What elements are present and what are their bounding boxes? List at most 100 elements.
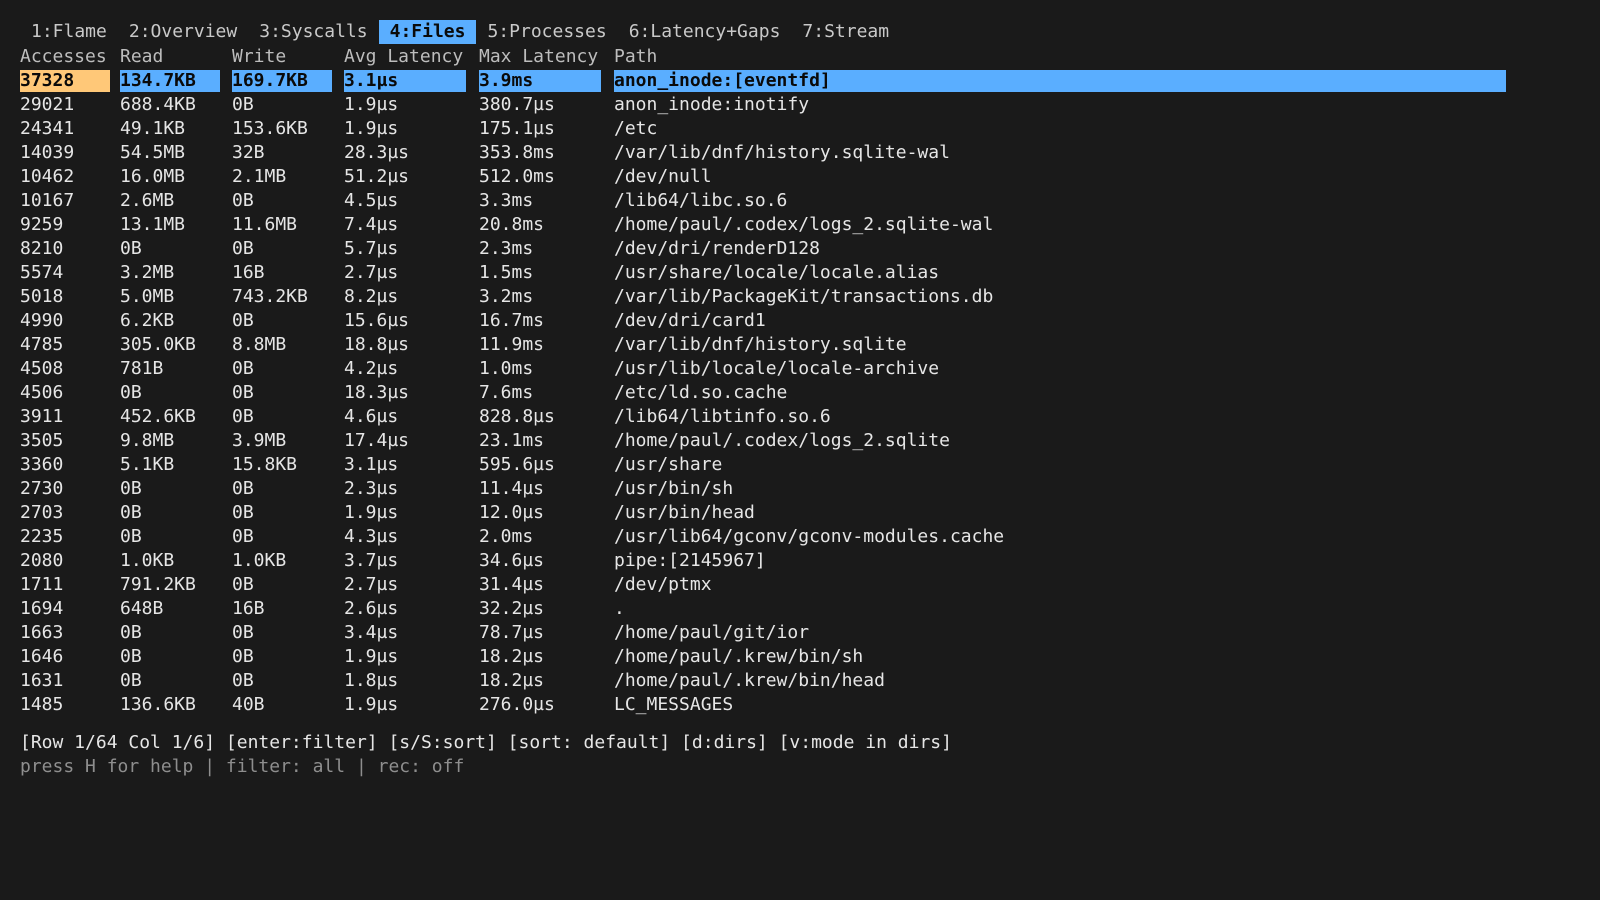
cell-accesses: 24341	[20, 118, 75, 139]
cell-read: 1.0KB	[120, 550, 175, 571]
cell-accesses: 4506	[20, 382, 64, 403]
cell-accesses: 3911	[20, 406, 64, 427]
cell-write: 0B	[232, 646, 254, 667]
cell-accesses: 3360	[20, 454, 64, 475]
table-row[interactable]: 9259 13.1MB 11.6MB 7.4µs 20.8ms/home/paul/.c…	[20, 213, 1520, 237]
cell-read: 13.1MB	[120, 214, 186, 235]
tab-files[interactable]: 4:Files	[378, 20, 477, 44]
cell-accesses: 1485	[20, 694, 64, 715]
column-header-path[interactable]: Path	[614, 45, 1506, 69]
cell-accesses: 2703	[20, 502, 64, 523]
table-row[interactable]: 24341 49.1KB 153.6KB 1.9µs 175.1µs/etc	[20, 117, 1520, 141]
cell-path: /dev/dri/card1	[614, 310, 766, 331]
cell-accesses: 2730	[20, 478, 64, 499]
cell-avg-latency: 2.6µs	[344, 598, 399, 619]
cell-write: 11.6MB	[232, 214, 298, 235]
cell-write: 743.2KB	[232, 286, 308, 307]
cell-avg-latency: 1.9µs	[344, 502, 399, 523]
cell-accesses: 8210	[20, 238, 64, 259]
cell-avg-latency: 7.4µs	[344, 214, 399, 235]
cell-max-latency: 3.2ms	[479, 286, 534, 307]
table-row[interactable]: 1485 136.6KB 40B 1.9µs 276.0µs LC_MESSAGES	[20, 693, 1520, 717]
cell-read: 5.0MB	[120, 286, 175, 307]
tab-processes[interactable]: 5:Processes	[476, 20, 617, 44]
table-row[interactable]: 3911 452.6KB 0B 4.6µs 828.8µs/lib64/libtinfo…	[20, 405, 1520, 429]
cell-path: /home/paul/.krew/bin/sh	[614, 646, 864, 667]
table-row[interactable]: 2235 0B 0B 4.3µs 2.0ms/usr/lib64/gconv/gconv…	[20, 525, 1520, 549]
table-row[interactable]: 1694 648B 16B 2.6µs 32.2µs.	[20, 597, 1520, 621]
column-header-accesses[interactable]: Accesses	[20, 45, 110, 69]
cell-write: 32B	[232, 142, 265, 163]
cell-read: 0B	[120, 382, 142, 403]
column-header-read[interactable]: Read	[120, 45, 220, 69]
tab-bar: 1:Flame 2:Overview 3:Syscalls 4:Files 5:Proc…	[20, 20, 900, 44]
table-row[interactable]: 3505 9.8MB 3.9MB 17.4µs 23.1ms/home/paul/.co…	[20, 429, 1520, 453]
tab-latency-gaps[interactable]: 6:Latency+Gaps	[618, 20, 792, 44]
table-row[interactable]: 1646 0B 0B 1.9µs 18.2µs/home/paul/.krew/bin/…	[20, 645, 1520, 669]
column-header-avg-latency[interactable]: Avg Latency	[344, 45, 466, 69]
table-row[interactable]: 10462 16.0MB 2.1MB 51.2µs 512.0ms/dev/null	[20, 165, 1520, 189]
table-row[interactable]: 10167 2.6MB 0B 4.5µs 3.3ms/lib64/libc.so.6	[20, 189, 1520, 213]
cell-max-latency: 828.8µs	[479, 406, 555, 427]
table-row[interactable]: 2080 1.0KB 1.0KB 3.7µs 34.6µs pipe:[2145967]	[20, 549, 1520, 573]
table-row[interactable]: 4785 305.0KB 8.8MB 18.8µs 11.9ms/var/lib/dnf…	[20, 333, 1520, 357]
cell-write: 153.6KB	[232, 118, 308, 139]
table-row[interactable]: 8210 0B 0B 5.7µs 2.3ms/dev/dri/renderD128	[20, 237, 1520, 261]
cell-max-latency: 3.9ms	[479, 70, 601, 92]
tab-overview[interactable]: 2:Overview	[118, 20, 248, 44]
cell-path: /lib64/libc.so.6	[614, 190, 788, 211]
cell-path: /home/paul/git/ior	[614, 622, 810, 643]
tab-stream[interactable]: 7:Stream	[791, 20, 900, 44]
cell-read: 0B	[120, 526, 142, 547]
table-row[interactable]: 4506 0B 0B 18.3µs 7.6ms/etc/ld.so.cache	[20, 381, 1520, 405]
table-row[interactable]: 2703 0B 0B 1.9µs 12.0µs/usr/bin/head	[20, 501, 1520, 525]
cell-max-latency: 1.5ms	[479, 262, 534, 283]
cell-accesses: 29021	[20, 94, 75, 115]
table-row[interactable]: 2730 0B 0B 2.3µs 11.4µs/usr/bin/sh	[20, 477, 1520, 501]
cell-read: 9.8MB	[120, 430, 175, 451]
table-row[interactable]: 1631 0B 0B 1.8µs 18.2µs/home/paul/.krew/bin/…	[20, 669, 1520, 693]
cell-read: 648B	[120, 598, 164, 619]
cell-read: 16.0MB	[120, 166, 186, 187]
table-row[interactable]: 37328 134.7KB 169.7KB 3.1µs 3.9ms anon_inode:…	[20, 69, 1520, 93]
column-header-max-latency[interactable]: Max Latency	[479, 45, 601, 69]
cell-avg-latency: 1.9µs	[344, 118, 399, 139]
cell-avg-latency: 1.8µs	[344, 670, 399, 691]
table-header: Accesses Read Write Avg Latency Max Late…	[20, 45, 1520, 69]
cell-read: 0B	[120, 646, 142, 667]
table-row[interactable]: 5018 5.0MB 743.2KB 8.2µs 3.2ms/var/lib/Packa…	[20, 285, 1520, 309]
cell-path: /home/paul/.krew/bin/head	[614, 670, 885, 691]
column-header-write[interactable]: Write	[232, 45, 332, 69]
cell-write: 0B	[232, 358, 254, 379]
cell-accesses: 5574	[20, 262, 64, 283]
cell-write: 2.1MB	[232, 166, 287, 187]
table-row[interactable]: 4990 6.2KB 0B 15.6µs 16.7ms/dev/dri/card1	[20, 309, 1520, 333]
table-row[interactable]: 1711 791.2KB 0B 2.7µs 31.4µs/dev/ptmx	[20, 573, 1520, 597]
cell-path: pipe:[2145967]	[614, 550, 766, 571]
cell-max-latency: 595.6µs	[479, 454, 555, 475]
table-row[interactable]: 29021 688.4KB 0B 1.9µs 380.7µs anon_inode:ino…	[20, 93, 1520, 117]
tab-syscalls[interactable]: 3:Syscalls	[248, 20, 378, 44]
tab-flame[interactable]: 1:Flame	[20, 20, 118, 44]
cell-read: 791.2KB	[120, 574, 196, 595]
table-row[interactable]: 1663 0B 0B 3.4µs 78.7µs/home/paul/git/ior	[20, 621, 1520, 645]
table-row[interactable]: 5574 3.2MB 16B 2.7µs 1.5ms/usr/share/locale/…	[20, 261, 1520, 285]
cell-avg-latency: 2.3µs	[344, 478, 399, 499]
cell-accesses: 10167	[20, 190, 75, 211]
table-row[interactable]: 14039 54.5MB 32B 28.3µs 353.8ms/var/lib/dnf/…	[20, 141, 1520, 165]
cell-accesses: 1646	[20, 646, 64, 667]
table-row[interactable]: 4508 781B 0B 4.2µs 1.0ms/usr/lib/locale/loca…	[20, 357, 1520, 381]
cell-path: /etc	[614, 118, 658, 139]
cell-avg-latency: 28.3µs	[344, 142, 410, 163]
cell-read: 0B	[120, 622, 142, 643]
cell-max-latency: 3.3ms	[479, 190, 534, 211]
cell-write: 0B	[232, 526, 254, 547]
cell-write: 0B	[232, 382, 254, 403]
cell-write: 15.8KB	[232, 454, 298, 475]
cell-max-latency: 11.4µs	[479, 478, 545, 499]
cell-path: /usr/bin/head	[614, 502, 755, 523]
table-row[interactable]: 3360 5.1KB 15.8KB 3.1µs 595.6µs/usr/share	[20, 453, 1520, 477]
cell-write: 0B	[232, 94, 254, 115]
cell-write: 0B	[232, 622, 254, 643]
cell-max-latency: 18.2µs	[479, 670, 545, 691]
